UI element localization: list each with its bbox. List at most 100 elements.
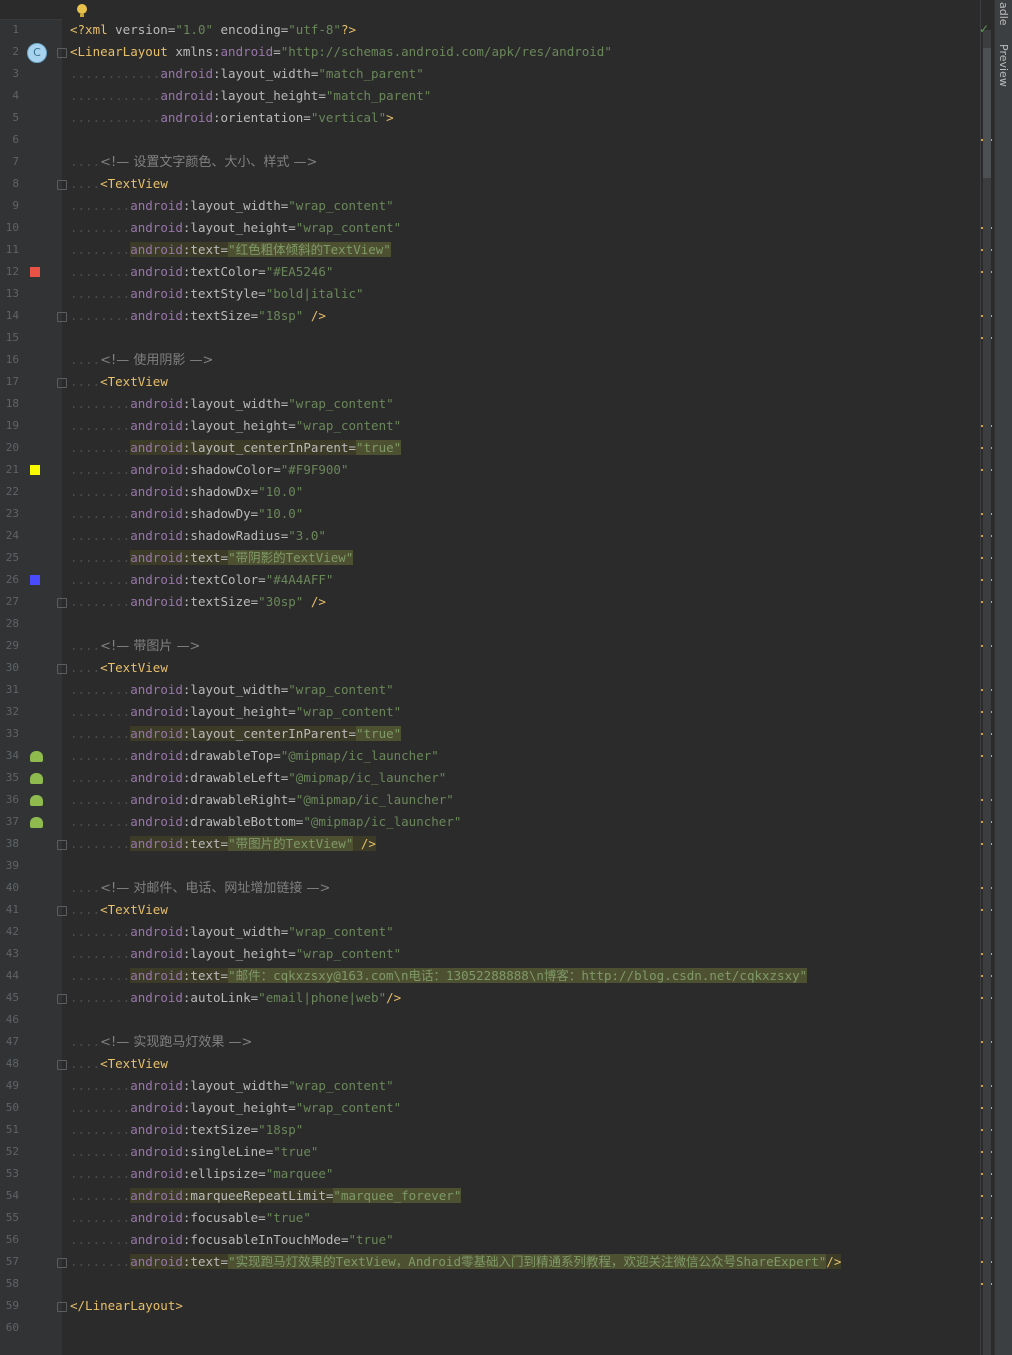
code-line[interactable]: 60 (0, 1317, 1012, 1339)
code-line[interactable]: 23 ........android:shadowDy="10.0" (0, 503, 1012, 525)
code-line[interactable]: 56 ........android:focusableInTouchMode="… (0, 1229, 1012, 1251)
fold-icon[interactable] (57, 1060, 67, 1070)
code-line[interactable]: 16 ....<!— 使用阴影 —> (0, 349, 1012, 371)
code-token: "marquee_forever" (333, 1188, 462, 1203)
code-line[interactable]: 54 ........android:marqueeRepeatLimit="ma… (0, 1185, 1012, 1207)
lightbulb-icon[interactable] (77, 4, 87, 17)
code-line[interactable]: 51 ........android:textSize="18sp" (0, 1119, 1012, 1141)
code-line[interactable]: 3 ............android:layout_width="match… (0, 63, 1012, 85)
code-line[interactable]: 50 ........android:layout_height="wrap_co… (0, 1097, 1012, 1119)
indent-guide: .... (70, 902, 101, 917)
code-token: android (130, 770, 183, 785)
indent-guide: ........ (70, 814, 131, 829)
fold-icon[interactable] (57, 312, 67, 322)
indent-guide: .... (70, 660, 101, 675)
code-line[interactable]: 40 ....<!— 对邮件、电话、网址增加链接 —> (0, 877, 1012, 899)
tab-gradle[interactable]: adle (997, 2, 1010, 26)
code-line[interactable]: 58 (0, 1273, 1012, 1295)
tab-preview[interactable]: Preview (997, 44, 1010, 87)
code-line[interactable]: 11 ........android:text="红色粗体倾斜的TextView" (0, 239, 1012, 261)
scrollbar-track[interactable] (983, 30, 991, 1355)
android-icon[interactable] (30, 751, 43, 762)
code-line[interactable]: 32 ........android:layout_height="wrap_co… (0, 701, 1012, 723)
fold-icon[interactable] (57, 378, 67, 388)
code-line[interactable]: 35 ........android:drawableLeft="@mipmap/… (0, 767, 1012, 789)
code-line[interactable]: 5 ............android:orientation="vertic… (0, 107, 1012, 129)
color-swatch-icon[interactable] (30, 267, 40, 277)
fold-icon[interactable] (57, 994, 67, 1004)
fold-icon[interactable] (57, 840, 67, 850)
fold-icon[interactable] (57, 1302, 67, 1312)
code-line[interactable]: 8 ....<TextView (0, 173, 1012, 195)
line-number: 13 (5, 287, 19, 300)
fold-icon[interactable] (57, 180, 67, 190)
code-text: ........android:layout_width="wrap_conte… (70, 1075, 394, 1097)
code-line[interactable]: 34 ........android:drawableTop="@mipmap/i… (0, 745, 1012, 767)
code-line[interactable]: 29 ....<!— 带图片 —> (0, 635, 1012, 657)
code-line[interactable]: 14 ........android:textSize="18sp" /> (0, 305, 1012, 327)
code-line[interactable]: 2 C <LinearLayout xmlns:android="http://sc… (0, 41, 1012, 63)
code-line[interactable]: 21 ........android:shadowColor="#F9F900" (0, 459, 1012, 481)
fold-icon[interactable] (57, 664, 67, 674)
android-icon[interactable] (30, 773, 43, 784)
code-line[interactable]: 59 </LinearLayout> (0, 1295, 1012, 1317)
fold-icon[interactable] (57, 598, 67, 608)
code-line[interactable]: 1 <?xml version="1.0" encoding="utf-8"?> (0, 19, 1012, 41)
code-line[interactable]: 19 ........android:layout_height="wrap_co… (0, 415, 1012, 437)
code-line[interactable]: 48 ....<TextView (0, 1053, 1012, 1075)
code-line[interactable]: 7 ....<!— 设置文字颜色、大小、样式 —> (0, 151, 1012, 173)
code-line[interactable]: 17 ....<TextView (0, 371, 1012, 393)
color-swatch-icon[interactable] (30, 575, 40, 585)
code-line[interactable]: 46 (0, 1009, 1012, 1031)
fold-icon[interactable] (57, 48, 67, 58)
code-line[interactable]: 13 ........android:textStyle="bold|italic… (0, 283, 1012, 305)
code-line[interactable]: 38 ........android:text="带图片的TextView" /> (0, 833, 1012, 855)
code-line[interactable]: 41 ....<TextView (0, 899, 1012, 921)
code-line[interactable]: 52 ........android:singleLine="true" (0, 1141, 1012, 1163)
code-line[interactable]: 20 ........android:layout_centerInParent=… (0, 437, 1012, 459)
scrollbar-thumb[interactable] (983, 48, 991, 178)
code-token: :textColor= (182, 572, 266, 587)
code-line[interactable]: 24 ........android:shadowRadius="3.0" (0, 525, 1012, 547)
code-line[interactable]: 49 ........android:layout_width="wrap_con… (0, 1075, 1012, 1097)
android-icon[interactable] (30, 795, 43, 806)
code-line[interactable]: 42 ........android:layout_width="wrap_con… (0, 921, 1012, 943)
code-line[interactable]: 36 ........android:drawableRight="@mipmap… (0, 789, 1012, 811)
code-line[interactable]: 31 ........android:layout_width="wrap_con… (0, 679, 1012, 701)
code-line[interactable]: 4 ............android:layout_height="matc… (0, 85, 1012, 107)
android-icon[interactable] (30, 817, 43, 828)
code-line[interactable]: 30 ....<TextView (0, 657, 1012, 679)
code-line[interactable]: 43 ........android:layout_height="wrap_co… (0, 943, 1012, 965)
code-line[interactable]: 45 ........android:autoLink="email|phone|… (0, 987, 1012, 1009)
code-line[interactable]: 6 (0, 129, 1012, 151)
code-token: "带阴影的TextView" (228, 550, 354, 565)
code-line[interactable]: 22 ........android:shadowDx="10.0" (0, 481, 1012, 503)
code-line[interactable]: 25 ........android:text="带阴影的TextView" (0, 547, 1012, 569)
indent-guide: ........ (70, 572, 131, 587)
code-line[interactable]: 28 (0, 613, 1012, 635)
fold-icon[interactable] (57, 906, 67, 916)
fold-icon[interactable] (57, 1258, 67, 1268)
code-line[interactable]: 39 (0, 855, 1012, 877)
code-line[interactable]: 10 ........android:layout_height="wrap_co… (0, 217, 1012, 239)
code-token: xmlns: (175, 44, 221, 59)
code-line[interactable]: 55 ........android:focusable="true" (0, 1207, 1012, 1229)
code-line[interactable]: 12 ........android:textColor="#EA5246" (0, 261, 1012, 283)
code-line[interactable]: 37 ........android:drawableBottom="@mipma… (0, 811, 1012, 833)
c-class-icon[interactable]: C (27, 43, 47, 63)
code-token: "true" (273, 1144, 319, 1159)
code-token: android (130, 1166, 183, 1181)
code-token: android (130, 704, 183, 719)
code-line[interactable]: 26 ........android:textColor="#4A4AFF" (0, 569, 1012, 591)
code-line[interactable]: 57 ........android:text="实现跑马灯效果的TextView… (0, 1251, 1012, 1273)
code-line[interactable]: 18 ........android:layout_width="wrap_con… (0, 393, 1012, 415)
code-line[interactable]: 9 ........android:layout_width="wrap_cont… (0, 195, 1012, 217)
line-number: 49 (5, 1079, 19, 1092)
code-line[interactable]: 33 ........android:layout_centerInParent=… (0, 723, 1012, 745)
code-line[interactable]: 15 (0, 327, 1012, 349)
color-swatch-icon[interactable] (30, 465, 40, 475)
code-line[interactable]: 47 ....<!— 实现跑马灯效果 —> (0, 1031, 1012, 1053)
code-line[interactable]: 53 ........android:ellipsize="marquee" (0, 1163, 1012, 1185)
code-line[interactable]: 44 ........android:text="邮件：cqkxzsxy@163.… (0, 965, 1012, 987)
code-line[interactable]: 27 ........android:textSize="30sp" /> (0, 591, 1012, 613)
